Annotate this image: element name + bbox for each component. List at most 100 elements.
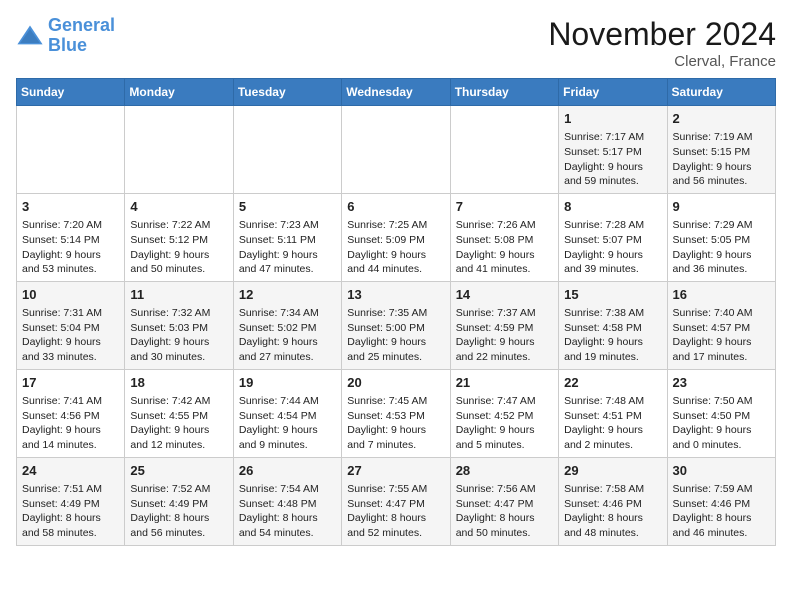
calendar-cell	[233, 106, 341, 194]
day-info: Sunrise: 7:50 AM Sunset: 4:50 PM Dayligh…	[673, 395, 753, 451]
day-number: 27	[347, 462, 444, 480]
calendar-week-row: 1 Sunrise: 7:17 AM Sunset: 5:17 PM Daylig…	[17, 106, 776, 194]
day-info: Sunrise: 7:40 AM Sunset: 4:57 PM Dayligh…	[673, 307, 753, 363]
calendar-cell	[17, 106, 125, 194]
day-number: 4	[130, 198, 227, 216]
calendar-cell: 14 Sunrise: 7:37 AM Sunset: 4:59 PM Dayli…	[450, 281, 558, 369]
day-info: Sunrise: 7:56 AM Sunset: 4:47 PM Dayligh…	[456, 483, 536, 539]
calendar-cell: 24 Sunrise: 7:51 AM Sunset: 4:49 PM Dayli…	[17, 457, 125, 545]
calendar-week-row: 24 Sunrise: 7:51 AM Sunset: 4:49 PM Dayli…	[17, 457, 776, 545]
day-number: 18	[130, 374, 227, 392]
weekday-header-sunday: Sunday	[17, 79, 125, 106]
day-number: 28	[456, 462, 553, 480]
day-number: 10	[22, 286, 119, 304]
day-number: 29	[564, 462, 661, 480]
logo-icon	[16, 22, 44, 50]
calendar-cell: 1 Sunrise: 7:17 AM Sunset: 5:17 PM Daylig…	[559, 106, 667, 194]
day-info: Sunrise: 7:41 AM Sunset: 4:56 PM Dayligh…	[22, 395, 102, 451]
day-info: Sunrise: 7:35 AM Sunset: 5:00 PM Dayligh…	[347, 307, 427, 363]
logo: General Blue	[16, 16, 115, 56]
day-info: Sunrise: 7:17 AM Sunset: 5:17 PM Dayligh…	[564, 131, 644, 187]
calendar-cell: 12Sunrise: 7:34 AM Sunset: 5:02 PM Dayli…	[233, 281, 341, 369]
day-number: 16	[673, 286, 770, 304]
calendar-week-row: 3Sunrise: 7:20 AM Sunset: 5:14 PM Daylig…	[17, 193, 776, 281]
weekday-header-saturday: Saturday	[667, 79, 775, 106]
day-info: Sunrise: 7:51 AM Sunset: 4:49 PM Dayligh…	[22, 483, 102, 539]
day-info: Sunrise: 7:55 AM Sunset: 4:47 PM Dayligh…	[347, 483, 427, 539]
day-info: Sunrise: 7:48 AM Sunset: 4:51 PM Dayligh…	[564, 395, 644, 451]
calendar-cell: 10 Sunrise: 7:31 AM Sunset: 5:04 PM Dayli…	[17, 281, 125, 369]
calendar-cell: 28 Sunrise: 7:56 AM Sunset: 4:47 PM Dayli…	[450, 457, 558, 545]
calendar-cell: 29 Sunrise: 7:58 AM Sunset: 4:46 PM Dayli…	[559, 457, 667, 545]
day-info: Sunrise: 7:59 AM Sunset: 4:46 PM Dayligh…	[673, 483, 753, 539]
calendar-cell: 5 Sunrise: 7:23 AM Sunset: 5:11 PM Daylig…	[233, 193, 341, 281]
month-title: November 2024	[548, 16, 776, 53]
day-number: 25	[130, 462, 227, 480]
calendar-cell: 4 Sunrise: 7:22 AM Sunset: 5:12 PM Daylig…	[125, 193, 233, 281]
day-info: Sunrise: 7:42 AM Sunset: 4:55 PM Dayligh…	[130, 395, 210, 451]
day-number: 20	[347, 374, 444, 392]
day-number: 19	[239, 374, 336, 392]
calendar-header-row: SundayMondayTuesdayWednesdayThursdayFrid…	[17, 79, 776, 106]
calendar-cell: 7 Sunrise: 7:26 AM Sunset: 5:08 PM Daylig…	[450, 193, 558, 281]
day-info: Sunrise: 7:58 AM Sunset: 4:46 PM Dayligh…	[564, 483, 644, 539]
day-info: Sunrise: 7:25 AM Sunset: 5:09 PM Dayligh…	[347, 219, 427, 275]
day-number: 6	[347, 198, 444, 216]
day-info: Sunrise: 7:34 AM Sunset: 5:02 PM Dayligh…	[239, 307, 319, 363]
calendar-table: SundayMondayTuesdayWednesdayThursdayFrid…	[16, 78, 776, 546]
calendar-cell: 8 Sunrise: 7:28 AM Sunset: 5:07 PM Daylig…	[559, 193, 667, 281]
day-number: 7	[456, 198, 553, 216]
day-number: 21	[456, 374, 553, 392]
day-number: 11	[130, 286, 227, 304]
calendar-cell	[450, 106, 558, 194]
day-info: Sunrise: 7:45 AM Sunset: 4:53 PM Dayligh…	[347, 395, 427, 451]
calendar-cell: 17 Sunrise: 7:41 AM Sunset: 4:56 PM Dayli…	[17, 369, 125, 457]
day-info: Sunrise: 7:19 AM Sunset: 5:15 PM Dayligh…	[673, 131, 753, 187]
day-number: 14	[456, 286, 553, 304]
weekday-header-tuesday: Tuesday	[233, 79, 341, 106]
calendar-cell: 16 Sunrise: 7:40 AM Sunset: 4:57 PM Dayli…	[667, 281, 775, 369]
day-info: Sunrise: 7:23 AM Sunset: 5:11 PM Dayligh…	[239, 219, 319, 275]
calendar-cell: 6 Sunrise: 7:25 AM Sunset: 5:09 PM Daylig…	[342, 193, 450, 281]
day-number: 26	[239, 462, 336, 480]
day-number: 17	[22, 374, 119, 392]
calendar-body: 1 Sunrise: 7:17 AM Sunset: 5:17 PM Daylig…	[17, 106, 776, 546]
weekday-header-thursday: Thursday	[450, 79, 558, 106]
day-info: Sunrise: 7:22 AM Sunset: 5:12 PM Dayligh…	[130, 219, 210, 275]
calendar-cell: 22 Sunrise: 7:48 AM Sunset: 4:51 PM Dayli…	[559, 369, 667, 457]
weekday-header-friday: Friday	[559, 79, 667, 106]
day-info: Sunrise: 7:29 AM Sunset: 5:05 PM Dayligh…	[673, 219, 753, 275]
day-number: 24	[22, 462, 119, 480]
day-info: Sunrise: 7:54 AM Sunset: 4:48 PM Dayligh…	[239, 483, 319, 539]
location-title: Clerval, France	[548, 53, 776, 70]
day-number: 15	[564, 286, 661, 304]
day-info: Sunrise: 7:44 AM Sunset: 4:54 PM Dayligh…	[239, 395, 319, 451]
calendar-cell: 25 Sunrise: 7:52 AM Sunset: 4:49 PM Dayli…	[125, 457, 233, 545]
day-info: Sunrise: 7:26 AM Sunset: 5:08 PM Dayligh…	[456, 219, 536, 275]
calendar-cell: 20 Sunrise: 7:45 AM Sunset: 4:53 PM Dayli…	[342, 369, 450, 457]
day-info: Sunrise: 7:31 AM Sunset: 5:04 PM Dayligh…	[22, 307, 102, 363]
calendar-cell: 30 Sunrise: 7:59 AM Sunset: 4:46 PM Dayli…	[667, 457, 775, 545]
day-info: Sunrise: 7:52 AM Sunset: 4:49 PM Dayligh…	[130, 483, 210, 539]
calendar-cell	[342, 106, 450, 194]
calendar-cell: 13Sunrise: 7:35 AM Sunset: 5:00 PM Dayli…	[342, 281, 450, 369]
day-number: 8	[564, 198, 661, 216]
weekday-header-monday: Monday	[125, 79, 233, 106]
day-info: Sunrise: 7:28 AM Sunset: 5:07 PM Dayligh…	[564, 219, 644, 275]
header: General Blue November 2024 Clerval, Fran…	[16, 16, 776, 70]
calendar-cell	[125, 106, 233, 194]
day-number: 3	[22, 198, 119, 216]
day-number: 22	[564, 374, 661, 392]
title-area: November 2024 Clerval, France	[548, 16, 776, 70]
day-info: Sunrise: 7:37 AM Sunset: 4:59 PM Dayligh…	[456, 307, 536, 363]
calendar-cell: 11Sunrise: 7:32 AM Sunset: 5:03 PM Dayli…	[125, 281, 233, 369]
calendar-cell: 3Sunrise: 7:20 AM Sunset: 5:14 PM Daylig…	[17, 193, 125, 281]
day-number: 30	[673, 462, 770, 480]
logo-line2: Blue	[48, 35, 87, 55]
day-number: 23	[673, 374, 770, 392]
day-number: 1	[564, 110, 661, 128]
calendar-week-row: 17 Sunrise: 7:41 AM Sunset: 4:56 PM Dayli…	[17, 369, 776, 457]
calendar-cell: 21Sunrise: 7:47 AM Sunset: 4:52 PM Dayli…	[450, 369, 558, 457]
logo-line1: General	[48, 15, 115, 35]
day-number: 5	[239, 198, 336, 216]
